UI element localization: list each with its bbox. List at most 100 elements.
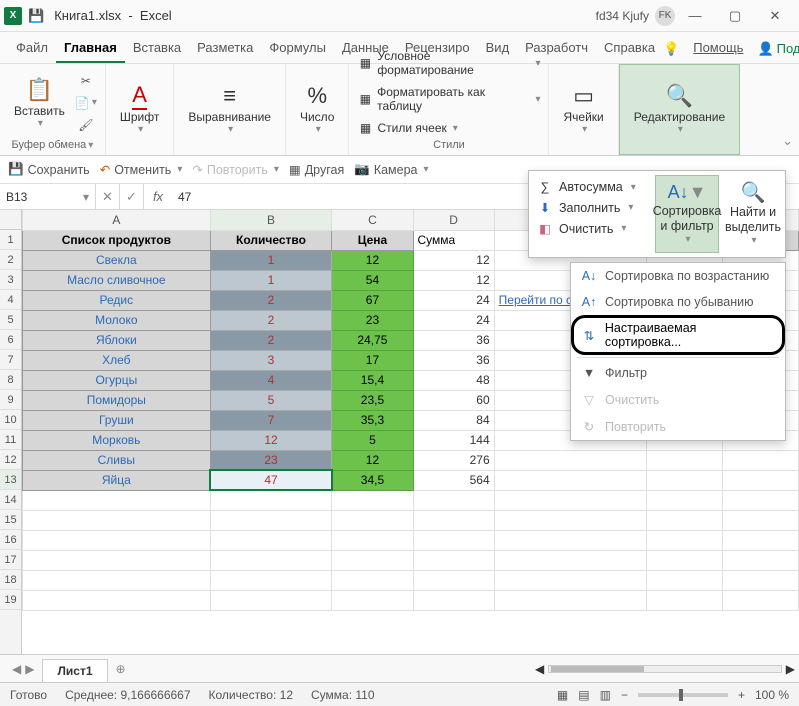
sheet-tab[interactable]: Лист1 — [42, 659, 107, 682]
next-sheet-button[interactable]: ▶ — [25, 662, 34, 676]
editing-dropdown-pane: ∑Автосумма ⬇Заполнить ◧Очистить А↓▼ Сорт… — [528, 170, 786, 258]
row-headers[interactable]: 123456789101112 13141516171819 — [0, 210, 22, 654]
zoom-in-button[interactable]: + — [738, 688, 745, 702]
search-icon: 🔍 — [666, 82, 693, 110]
add-sheet-button[interactable]: ⊕ — [116, 662, 126, 676]
sort-descending-item[interactable]: A↑Сортировка по убыванию — [571, 289, 785, 315]
clear-button[interactable]: ◧Очистить — [533, 218, 649, 239]
table-row[interactable]: Сливы2312276 — [23, 450, 799, 470]
cut-button[interactable]: ✂ — [75, 71, 97, 91]
document-title: Книга1.xlsx - Excel — [54, 8, 172, 23]
tab-home[interactable]: Главная — [56, 34, 125, 63]
sort-submenu: A↓Сортировка по возрастанию A↑Сортировка… — [570, 262, 786, 441]
view-normal-button[interactable]: ▦ — [557, 688, 568, 702]
collapse-ribbon-button[interactable]: ⌄ — [782, 133, 793, 149]
editing-button[interactable]: 🔍Редактирование — [628, 76, 731, 142]
table-row[interactable] — [23, 530, 799, 550]
autosum-button[interactable]: ∑Автосумма — [533, 177, 649, 197]
sort-filter-button[interactable]: А↓▼ Сортировка и фильтр — [655, 175, 719, 253]
status-sum: Сумма: 110 — [311, 688, 375, 702]
group-styles: ▦Условное форматирование ▦Форматировать … — [349, 64, 549, 155]
filter-item[interactable]: ▼Фильтр — [571, 360, 785, 386]
qat-camera[interactable]: 📷 Камера — [354, 162, 428, 177]
sort-filter-icon: А↓▼ — [668, 182, 707, 204]
group-cells: ▭Ячейки — [549, 64, 618, 155]
cancel-formula-button[interactable]: ✕ — [96, 184, 120, 209]
status-ready: Готово — [10, 688, 47, 702]
qat-other[interactable]: ▦ Другая — [289, 162, 344, 177]
tab-insert[interactable]: Вставка — [125, 34, 189, 63]
excel-app-icon: X — [4, 7, 22, 25]
clear-filter-item: ▽Очистить — [571, 386, 785, 413]
reapply-filter-item: ↻Повторить — [571, 413, 785, 440]
sort-asc-icon: A↓ — [581, 269, 597, 283]
view-page-button[interactable]: ▤ — [578, 688, 589, 702]
zoom-slider[interactable] — [638, 693, 728, 697]
align-icon: ≡ — [223, 82, 236, 110]
paste-button[interactable]: 📋Вставить — [8, 70, 71, 136]
custom-sort-item[interactable]: ⇅Настраиваемая сортировка... — [571, 315, 785, 355]
table-row[interactable] — [23, 550, 799, 570]
cell-style-icon: ▦ — [357, 121, 373, 135]
user-account[interactable]: fd34 Kjufy FK — [596, 6, 675, 26]
confirm-formula-button[interactable]: ✓ — [120, 184, 144, 209]
eraser-icon: ◧ — [537, 221, 553, 236]
clipboard-icon: 📋 — [26, 76, 53, 104]
qat-save[interactable]: 💾 Сохранить — [8, 162, 90, 177]
tab-layout[interactable]: Разметка — [189, 34, 261, 63]
group-number: %Число — [286, 64, 350, 155]
view-break-button[interactable]: ▥ — [600, 688, 611, 702]
table-row[interactable] — [23, 510, 799, 530]
close-button[interactable]: ✕ — [755, 1, 795, 31]
lightbulb-icon[interactable]: 💡 — [663, 41, 679, 57]
status-bar: Готово Среднее: 9,166666667 Количество: … — [0, 682, 799, 706]
tab-file[interactable]: Файл — [8, 34, 56, 63]
alignment-button[interactable]: ≡Выравнивание — [182, 76, 277, 142]
format-painter-button[interactable]: 🖌 — [75, 115, 97, 135]
name-box[interactable]: B13▾ — [0, 184, 96, 209]
find-icon: 🔍 — [741, 181, 766, 205]
status-average: Среднее: 9,166666667 — [65, 688, 190, 702]
zoom-out-button[interactable]: − — [621, 688, 628, 702]
cells-icon: ▭ — [573, 82, 594, 110]
table-row[interactable] — [23, 490, 799, 510]
table-row[interactable]: Яйца4734,5564 — [23, 470, 799, 490]
group-font: AШрифт — [106, 64, 174, 155]
copy-button[interactable]: 📄 — [75, 93, 97, 113]
reapply-icon: ↻ — [581, 419, 597, 434]
group-clipboard: 📋Вставить ✂ 📄 🖌 Буфер обмена — [0, 64, 106, 155]
fill-down-icon: ⬇ — [537, 200, 553, 215]
maximize-button[interactable]: ▢ — [715, 1, 755, 31]
tab-formulas[interactable]: Формулы — [261, 34, 334, 63]
cells-button[interactable]: ▭Ячейки — [557, 76, 609, 142]
save-icon[interactable]: 💾 — [28, 8, 44, 24]
group-styles-label: Стили — [433, 137, 465, 151]
cond-format-icon: ▦ — [357, 56, 373, 70]
table-row[interactable] — [23, 590, 799, 610]
percent-icon: % — [307, 82, 327, 110]
fill-button[interactable]: ⬇Заполнить — [533, 197, 649, 218]
table-row[interactable] — [23, 570, 799, 590]
sort-desc-icon: A↑ — [581, 295, 597, 309]
share-button[interactable]: 👤Поделиться — [757, 41, 799, 57]
font-button[interactable]: AШрифт — [114, 76, 165, 142]
format-as-table-button[interactable]: ▦Форматировать как таблицу — [357, 83, 540, 115]
cell-styles-button[interactable]: ▦Стили ячеек — [357, 119, 457, 137]
number-button[interactable]: %Число — [294, 76, 341, 142]
fx-icon[interactable]: fx — [144, 189, 172, 204]
conditional-formatting-button[interactable]: ▦Условное форматирование — [357, 47, 540, 79]
sort-ascending-item[interactable]: A↓Сортировка по возрастанию — [571, 263, 785, 289]
horizontal-scrollbar[interactable]: ◀▶ — [535, 663, 795, 675]
minimize-button[interactable]: — — [675, 1, 715, 31]
help-button[interactable]: Помощь — [685, 34, 751, 63]
group-clipboard-label: Буфер обмена — [12, 137, 94, 151]
status-count: Количество: 12 — [209, 688, 293, 702]
qat-undo[interactable]: ↶ Отменить — [100, 162, 183, 177]
title-bar: X 💾 Книга1.xlsx - Excel fd34 Kjufy FK — … — [0, 0, 799, 32]
find-select-button[interactable]: 🔍 Найти и выделить — [721, 171, 785, 257]
zoom-level[interactable]: 100 % — [755, 688, 789, 702]
tab-help[interactable]: Справка — [596, 34, 663, 63]
prev-sheet-button[interactable]: ◀ — [12, 662, 21, 676]
font-icon: A — [132, 82, 147, 110]
group-editing: 🔍Редактирование — [619, 64, 740, 155]
